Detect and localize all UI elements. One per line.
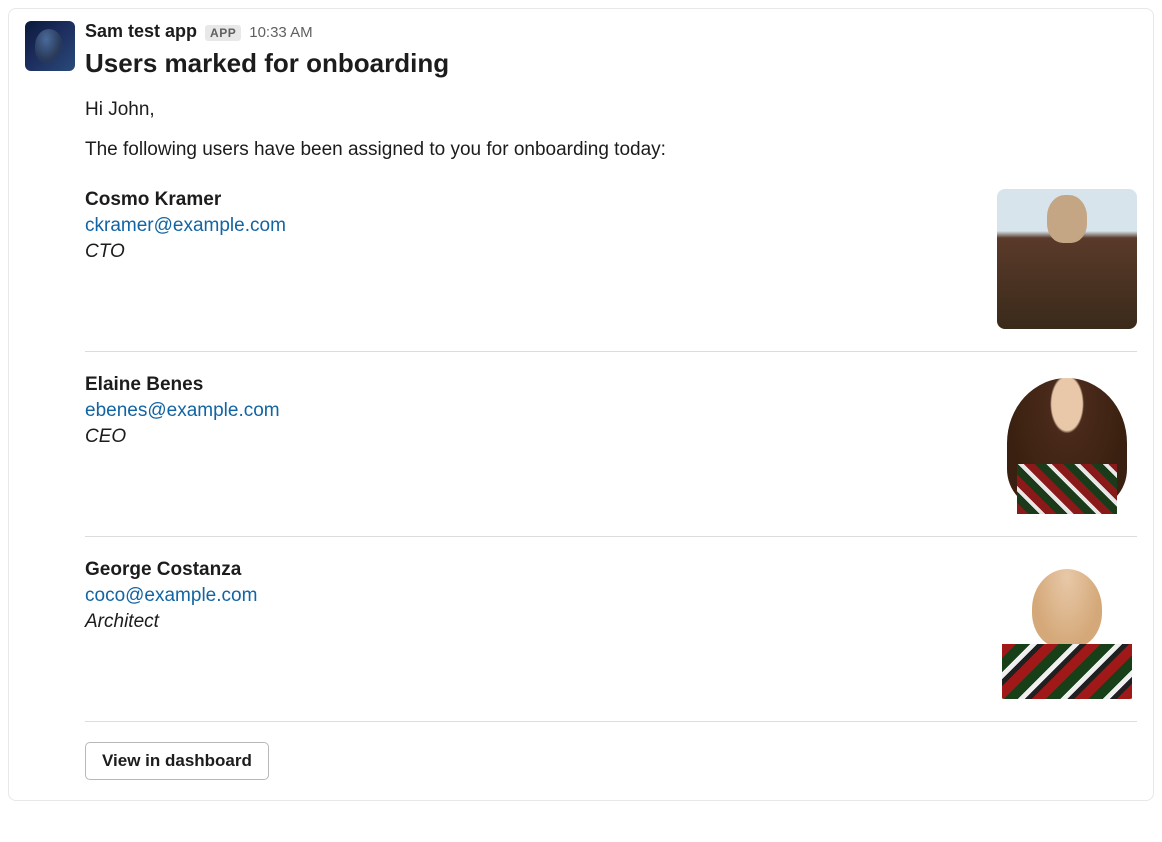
user-role: CTO	[85, 241, 977, 263]
user-name: George Costanza	[85, 559, 977, 581]
user-section: George Costanza coco@example.com Archite…	[85, 559, 1137, 722]
user-email-link[interactable]: coco@example.com	[85, 585, 977, 607]
message-title: Users marked for onboarding	[85, 48, 1137, 79]
message-timestamp[interactable]: 10:33 AM	[249, 24, 312, 41]
user-role: Architect	[85, 611, 977, 633]
user-email-link[interactable]: ebenes@example.com	[85, 400, 977, 422]
user-email-link[interactable]: ckramer@example.com	[85, 215, 977, 237]
app-avatar-icon[interactable]	[25, 21, 75, 71]
intro-text: The following users have been assigned t…	[85, 139, 1137, 161]
user-info: George Costanza coco@example.com Archite…	[85, 559, 977, 633]
app-badge: APP	[205, 25, 241, 41]
user-info: Elaine Benes ebenes@example.com CEO	[85, 374, 977, 448]
user-section: Cosmo Kramer ckramer@example.com CTO	[85, 189, 1137, 352]
user-info: Cosmo Kramer ckramer@example.com CTO	[85, 189, 977, 263]
user-avatar-icon[interactable]	[997, 374, 1137, 514]
user-avatar-icon[interactable]	[997, 559, 1137, 699]
view-dashboard-button[interactable]: View in dashboard	[85, 742, 269, 780]
user-name: Elaine Benes	[85, 374, 977, 396]
greeting-text: Hi John,	[85, 99, 1137, 121]
user-name: Cosmo Kramer	[85, 189, 977, 211]
user-section: Elaine Benes ebenes@example.com CEO	[85, 374, 1137, 537]
message-body: Hi John, The following users have been a…	[85, 99, 1137, 780]
user-avatar-icon[interactable]	[997, 189, 1137, 329]
app-name[interactable]: Sam test app	[85, 21, 197, 42]
header-meta: Sam test app APP 10:33 AM	[85, 21, 1137, 42]
message-header: Sam test app APP 10:33 AM Users marked f…	[25, 21, 1137, 99]
user-role: CEO	[85, 426, 977, 448]
slack-message: Sam test app APP 10:33 AM Users marked f…	[8, 8, 1154, 801]
